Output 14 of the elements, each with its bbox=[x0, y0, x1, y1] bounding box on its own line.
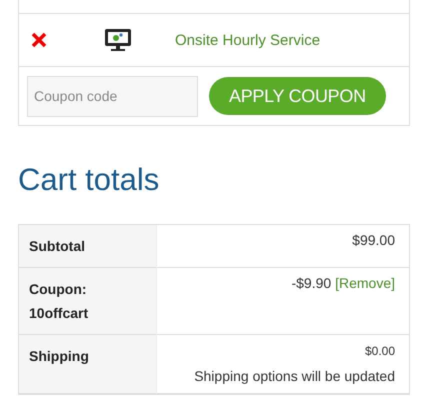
section-title: Cart totals bbox=[18, 162, 160, 198]
apply-coupon-button[interactable]: APPLY COUPON bbox=[209, 77, 386, 115]
amount: $99.00 bbox=[352, 232, 395, 248]
shipping-note: Shipping options will be updated bbox=[193, 367, 395, 386]
remove-icon[interactable] bbox=[31, 32, 47, 48]
discount-amount: -$9.90 bbox=[291, 275, 332, 291]
coupon-field[interactable]: Coupon code bbox=[27, 76, 198, 116]
shipping-amount: $0.00 bbox=[364, 344, 395, 358]
remove-link[interactable]: [Remove] bbox=[335, 275, 395, 291]
row-label: Subtotal bbox=[19, 225, 156, 268]
row-label: Shipping bbox=[19, 335, 156, 394]
product-link[interactable]: Onsite Hourly Service bbox=[175, 32, 320, 48]
monitor-icon bbox=[104, 28, 132, 52]
row-label: Coupon: 10offcart bbox=[19, 268, 156, 335]
